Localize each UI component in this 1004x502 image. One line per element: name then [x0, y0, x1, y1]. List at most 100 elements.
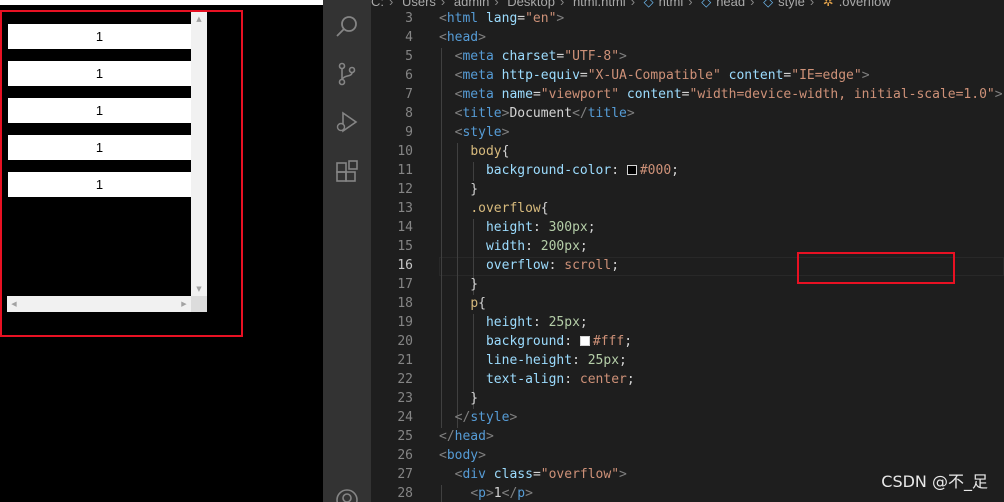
code-line[interactable]: 8 <title>Document</title>: [371, 104, 1004, 123]
code-line[interactable]: 24 </style>: [371, 408, 1004, 427]
code-line[interactable]: 10 body{: [371, 142, 1004, 161]
code-line[interactable]: 3 <html lang="en">: [371, 9, 1004, 28]
code-line[interactable]: 11 background-color: #000;: [371, 161, 1004, 180]
code-text: .overflow{: [470, 201, 549, 216]
breadcrumb-segment[interactable]: head: [716, 0, 745, 9]
source-control-icon[interactable]: [335, 62, 359, 86]
code-line[interactable]: 26 <body>: [371, 446, 1004, 465]
code-text: line-height: 25px;: [485, 353, 627, 368]
code-text: text-align: center;: [485, 372, 635, 387]
code-text: <html lang="en">: [439, 11, 565, 26]
breadcrumb-segment[interactable]: style: [778, 0, 805, 9]
browser-top-edge: [0, 0, 323, 5]
line-number: 18: [397, 296, 413, 311]
code-line[interactable]: 18 p{: [371, 294, 1004, 313]
code-text: body{: [470, 144, 510, 159]
symbol-tag-icon: ◇: [643, 0, 654, 9]
activity-bar: [323, 0, 371, 502]
line-number: 10: [397, 144, 413, 159]
browser-preview: 1 1 1 1 1 ▲ ▼ ◀ ▶: [0, 0, 323, 502]
chevron-right-icon: ›: [630, 0, 636, 9]
line-number: 26: [397, 448, 413, 463]
line-number: 17: [397, 277, 413, 292]
line-number: 9: [405, 125, 413, 140]
line-number: 6: [405, 68, 413, 83]
code-text: }: [439, 182, 479, 197]
chevron-right-icon: ›: [494, 0, 499, 9]
search-icon[interactable]: [335, 14, 359, 38]
line-number: 22: [397, 372, 413, 387]
code-text: <style>: [454, 125, 510, 140]
extensions-icon[interactable]: [335, 160, 359, 184]
code-text: <div class="overflow">: [454, 467, 627, 482]
code-line[interactable]: 25 </head>: [371, 427, 1004, 446]
line-number: 4: [405, 30, 413, 45]
line-number: 19: [397, 315, 413, 330]
line-number: 13: [397, 201, 413, 216]
line-number: 15: [397, 239, 413, 254]
code-line[interactable]: 5 <meta charset="UTF-8">: [371, 47, 1004, 66]
code-text: }: [439, 277, 479, 292]
symbol-tag-icon: ◇: [763, 0, 774, 9]
chevron-right-icon: ›: [809, 0, 815, 9]
code-text: height: 25px;: [485, 315, 588, 330]
code-text: <meta name="viewport" content="width=dev…: [454, 87, 1003, 102]
chevron-right-icon: ›: [750, 0, 755, 9]
breadcrumb-segment[interactable]: admin: [454, 0, 489, 9]
code-text: <p>1</p>: [470, 486, 533, 501]
breadcrumb-segment[interactable]: .overflow: [839, 0, 891, 9]
vscode-window: C: › Users › admin › Desktop › html.html › ◇ h…: [323, 0, 1004, 502]
code-text: height: 300px;: [485, 220, 596, 235]
line-number: 16: [397, 258, 413, 273]
breadcrumb-segment[interactable]: C:: [371, 0, 384, 9]
line-number: 11: [397, 163, 413, 178]
run-debug-icon[interactable]: [335, 110, 359, 134]
code-text: p{: [470, 296, 486, 311]
chevron-right-icon: ›: [688, 0, 693, 9]
breadcrumb-segment[interactable]: Users: [402, 0, 436, 9]
code-line[interactable]: 7 <meta name="viewport" content="width=d…: [371, 85, 1004, 104]
code-text: overflow: scroll;: [485, 258, 620, 273]
code-text: <body>: [439, 448, 486, 463]
code-line[interactable]: 14 height: 300px;: [371, 218, 1004, 237]
breadcrumb-segment[interactable]: html.html: [573, 0, 626, 9]
chevron-right-icon: ›: [559, 0, 565, 9]
code-text: }: [439, 391, 479, 406]
red-highlight-code: [797, 252, 955, 284]
code-line[interactable]: 21 line-height: 25px;: [371, 351, 1004, 370]
code-text: <meta http-equiv="X-UA-Compatible" conte…: [454, 68, 870, 83]
code-line[interactable]: 20 background: #fff;: [371, 332, 1004, 351]
line-number: 21: [397, 353, 413, 368]
account-icon[interactable]: [335, 488, 359, 502]
code-line[interactable]: 19 height: 25px;: [371, 313, 1004, 332]
line-number: 7: [405, 87, 413, 102]
code-text: </style>: [454, 410, 518, 425]
breadcrumb-segment[interactable]: html: [659, 0, 684, 9]
code-line[interactable]: 9 <style>: [371, 123, 1004, 142]
code-text: background-color: #000;: [485, 163, 679, 178]
line-number: 25: [397, 429, 413, 444]
code-line[interactable]: 13 .overflow{: [371, 199, 1004, 218]
code-text: <title>Document</title>: [454, 106, 635, 121]
code-line[interactable]: 6 <meta http-equiv="X-UA-Compatible" con…: [371, 66, 1004, 85]
symbol-tag-icon: ◇: [701, 0, 712, 9]
code-line[interactable]: 12 }: [371, 180, 1004, 199]
red-highlight-preview: [0, 10, 243, 337]
breadcrumb[interactable]: C: › Users › admin › Desktop › html.html › ◇ h…: [371, 0, 1004, 8]
chevron-right-icon: ›: [389, 0, 394, 9]
code-line[interactable]: 23 }: [371, 389, 1004, 408]
line-number: 20: [397, 334, 413, 349]
code-text: background: #fff;: [485, 334, 633, 349]
code-text: <head>: [439, 30, 486, 45]
chevron-right-icon: ›: [440, 0, 446, 9]
line-number: 12: [397, 182, 413, 197]
code-text: width: 200px;: [485, 239, 588, 254]
line-number: 28: [397, 486, 413, 501]
breadcrumb-segment[interactable]: Desktop: [507, 0, 555, 9]
line-number: 3: [405, 11, 413, 26]
line-number: 27: [397, 467, 413, 482]
watermark: CSDN @不_足: [881, 472, 988, 491]
code-line[interactable]: 4 <head>: [371, 28, 1004, 47]
line-number: 8: [405, 106, 413, 121]
code-line[interactable]: 22 text-align: center;: [371, 370, 1004, 389]
